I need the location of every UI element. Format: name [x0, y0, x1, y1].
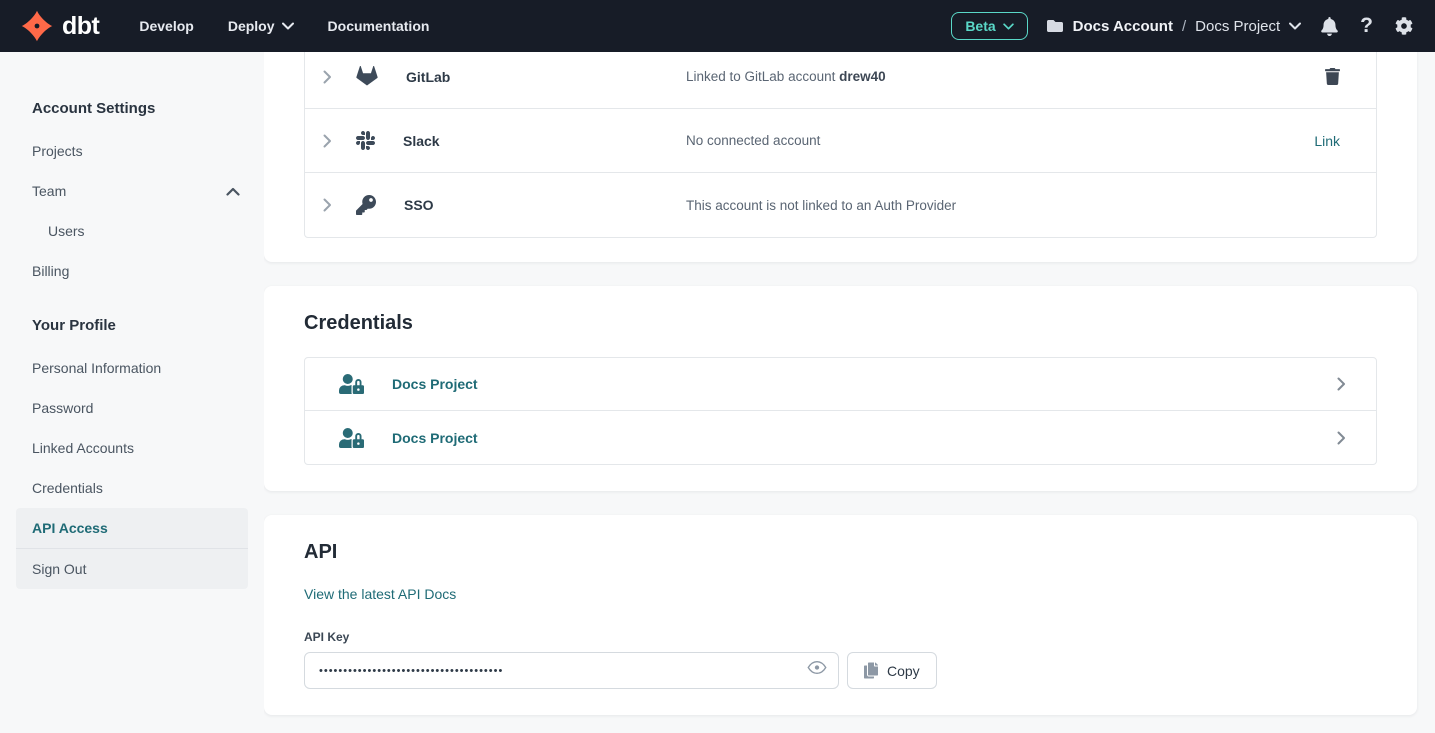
credential-row[interactable]: Docs Project	[305, 358, 1376, 411]
api-docs-link[interactable]: View the latest API Docs	[304, 586, 456, 602]
main-content: GitLab Linked to GitLab account drew40	[264, 52, 1435, 733]
credentials-table: Docs Project Docs Project	[304, 357, 1377, 465]
user-lock-icon	[339, 374, 364, 394]
expand-chevron-icon[interactable]	[323, 70, 332, 84]
slack-name-cell: Slack	[356, 131, 686, 150]
gitlab-username: drew40	[839, 69, 886, 84]
sidebar-heading-account-settings: Account Settings	[32, 100, 240, 117]
linked-account-row-sso: SSO This account is not linked to an Aut…	[305, 173, 1376, 237]
expand-chevron-icon[interactable]	[323, 198, 332, 212]
help-button[interactable]: ?	[1358, 12, 1375, 40]
nav-develop[interactable]: Develop	[139, 18, 193, 34]
bell-icon	[1321, 17, 1338, 36]
chevron-down-icon	[1003, 23, 1014, 30]
folder-icon	[1046, 18, 1064, 34]
nav-deploy[interactable]: Deploy	[228, 18, 294, 34]
trash-icon	[1325, 68, 1340, 85]
chevron-right-icon	[1337, 431, 1346, 445]
copy-button-label: Copy	[887, 663, 920, 679]
credential-project-label: Docs Project	[392, 430, 1337, 446]
sidebar-item-password[interactable]: Password	[32, 388, 240, 428]
gitlab-status: Linked to GitLab account drew40	[686, 69, 1325, 84]
slack-label: Slack	[403, 133, 440, 149]
credentials-title: Credentials	[304, 312, 1377, 335]
expand-chevron-icon[interactable]	[323, 134, 332, 148]
sidebar-item-sign-out[interactable]: Sign Out	[16, 548, 248, 589]
breadcrumb-account[interactable]: Docs Account	[1073, 18, 1173, 35]
chevron-down-icon	[282, 22, 294, 30]
chevron-right-icon	[1337, 377, 1346, 391]
api-card: API View the latest API Docs API Key	[264, 515, 1417, 715]
sidebar-item-users[interactable]: Users	[32, 211, 240, 251]
sidebar-heading-your-profile: Your Profile	[32, 317, 240, 334]
breadcrumb-separator: /	[1182, 18, 1186, 35]
sso-name-cell: SSO	[356, 195, 686, 215]
reveal-key-button[interactable]	[807, 660, 827, 675]
linked-accounts-card: GitLab Linked to GitLab account drew40	[264, 52, 1417, 262]
credentials-card: Credentials Docs Project Docs Project	[264, 286, 1417, 491]
link-slack-button[interactable]: Link	[1314, 133, 1340, 149]
api-key-input[interactable]	[304, 652, 839, 689]
beta-dropdown[interactable]: Beta	[951, 12, 1027, 40]
sso-label: SSO	[404, 197, 434, 213]
sidebar-item-credentials[interactable]: Credentials	[32, 468, 240, 508]
user-lock-icon	[339, 428, 364, 448]
sidebar-item-api-access[interactable]: API Access	[16, 508, 248, 548]
sidebar-item-billing[interactable]: Billing	[32, 251, 240, 291]
breadcrumb: Docs Account / Docs Project	[1046, 18, 1302, 35]
eye-icon	[807, 660, 827, 675]
breadcrumb-project[interactable]: Docs Project	[1195, 18, 1280, 35]
sidebar-item-team[interactable]: Team	[32, 171, 240, 211]
gear-icon	[1395, 17, 1413, 35]
credential-project-label: Docs Project	[392, 376, 1337, 392]
settings-sidebar: Account Settings Projects Team Users Bil…	[0, 52, 264, 733]
copy-key-button[interactable]: Copy	[847, 652, 937, 689]
linked-accounts-table: GitLab Linked to GitLab account drew40	[304, 52, 1377, 238]
primary-nav: Develop Deploy Documentation	[139, 18, 429, 34]
chevron-down-icon[interactable]	[1289, 22, 1301, 30]
credential-row[interactable]: Docs Project	[305, 411, 1376, 464]
nav-documentation[interactable]: Documentation	[328, 18, 430, 34]
linked-account-row-gitlab: GitLab Linked to GitLab account drew40	[305, 52, 1376, 109]
slack-status: No connected account	[686, 133, 1314, 148]
sidebar-item-projects[interactable]: Projects	[32, 131, 240, 171]
key-icon	[356, 195, 376, 215]
top-navbar: dbt Develop Deploy Documentation Beta Do…	[0, 0, 1435, 52]
gitlab-icon	[356, 66, 378, 87]
settings-button[interactable]	[1393, 15, 1415, 37]
slack-icon	[356, 131, 375, 150]
notifications-button[interactable]	[1319, 15, 1340, 38]
linked-account-row-slack: Slack No connected account Link	[305, 109, 1376, 173]
dbt-logo-text: dbt	[62, 12, 99, 41]
question-mark-icon: ?	[1360, 14, 1373, 38]
chevron-up-icon	[226, 187, 240, 196]
api-title: API	[304, 541, 1377, 564]
api-key-row: Copy	[304, 652, 1377, 689]
gitlab-name-cell: GitLab	[356, 66, 686, 87]
gitlab-label: GitLab	[406, 69, 450, 85]
sso-status: This account is not linked to an Auth Pr…	[686, 198, 1340, 213]
dbt-logo[interactable]: dbt	[20, 9, 99, 43]
sidebar-item-personal-information[interactable]: Personal Information	[32, 348, 240, 388]
copy-icon	[864, 662, 878, 679]
sidebar-item-linked-accounts[interactable]: Linked Accounts	[32, 428, 240, 468]
dbt-logo-icon	[20, 9, 54, 43]
api-key-label: API Key	[304, 630, 1377, 644]
navbar-right: Beta Docs Account / Docs Project ?	[951, 12, 1415, 40]
unlink-gitlab-button[interactable]	[1325, 68, 1340, 85]
